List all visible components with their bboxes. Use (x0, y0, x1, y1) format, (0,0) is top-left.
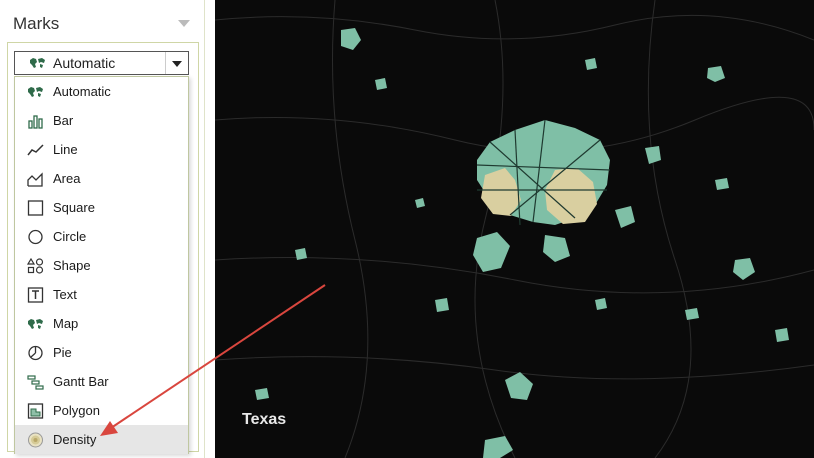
map-icon (28, 319, 43, 329)
area-icon (27, 172, 43, 187)
dropdown-item-label: Gantt Bar (53, 374, 109, 389)
map-icon (28, 87, 43, 97)
mark-type-select[interactable]: Automatic (14, 51, 189, 75)
map-view[interactable]: Texas (215, 0, 814, 458)
marks-title: Marks (13, 14, 60, 33)
dropdown-item-map[interactable]: Map (15, 309, 188, 338)
dropdown-item-line[interactable]: Line (15, 135, 188, 164)
dropdown-item-label: Automatic (53, 84, 111, 99)
polygon-icon (27, 403, 44, 419)
map-region-label: Texas (242, 411, 287, 428)
dropdown-item-polygon[interactable]: Polygon (15, 396, 188, 425)
dropdown-item-circle[interactable]: Circle (15, 222, 188, 251)
dropdown-item-label: Pie (53, 345, 72, 360)
line-icon (27, 144, 44, 156)
dropdown-item-label: Bar (53, 113, 74, 128)
pie-icon (28, 345, 43, 361)
chevron-down-icon (172, 61, 182, 67)
dropdown-item-automatic[interactable]: Automatic (15, 77, 188, 106)
shape-icon (27, 258, 44, 274)
map-icon (30, 58, 45, 68)
dropdown-item-gantt-bar[interactable]: Gantt Bar (15, 367, 188, 396)
mark-type-selected-label: Automatic (53, 55, 116, 71)
dropdown-toggle[interactable] (165, 52, 188, 74)
map-canvas (215, 0, 814, 458)
dropdown-item-label: Circle (53, 229, 87, 244)
dropdown-item-label: Density (53, 432, 97, 447)
dropdown-item-label: Square (53, 200, 95, 215)
circle-icon (28, 229, 43, 245)
gantt-bar-icon (27, 375, 44, 390)
text-icon (27, 287, 44, 303)
marks-panel: Marks Automatic Automatic Bar Line Area (0, 0, 205, 458)
dropdown-item-label: Text (53, 287, 77, 302)
dropdown-item-square[interactable]: Square (15, 193, 188, 222)
dropdown-item-bar[interactable]: Bar (15, 106, 188, 135)
density-icon (28, 432, 43, 448)
dropdown-item-pie[interactable]: Pie (15, 338, 188, 367)
mark-type-dropdown: Automatic Bar Line Area Square Circle Sh… (14, 76, 189, 454)
dropdown-item-label: Line (53, 142, 78, 157)
square-icon (27, 200, 44, 216)
dropdown-item-label: Area (53, 171, 81, 186)
dropdown-item-shape[interactable]: Shape (15, 251, 188, 280)
dropdown-item-density[interactable]: Density (15, 425, 188, 454)
dropdown-item-area[interactable]: Area (15, 164, 188, 193)
dropdown-item-label: Shape (53, 258, 91, 273)
map-features (255, 28, 789, 458)
panel-collapse-icon[interactable] (178, 20, 190, 27)
dropdown-item-label: Map (53, 316, 79, 331)
dropdown-item-text[interactable]: Text (15, 280, 188, 309)
dropdown-item-label: Polygon (53, 403, 100, 418)
bar-icon (28, 115, 43, 129)
